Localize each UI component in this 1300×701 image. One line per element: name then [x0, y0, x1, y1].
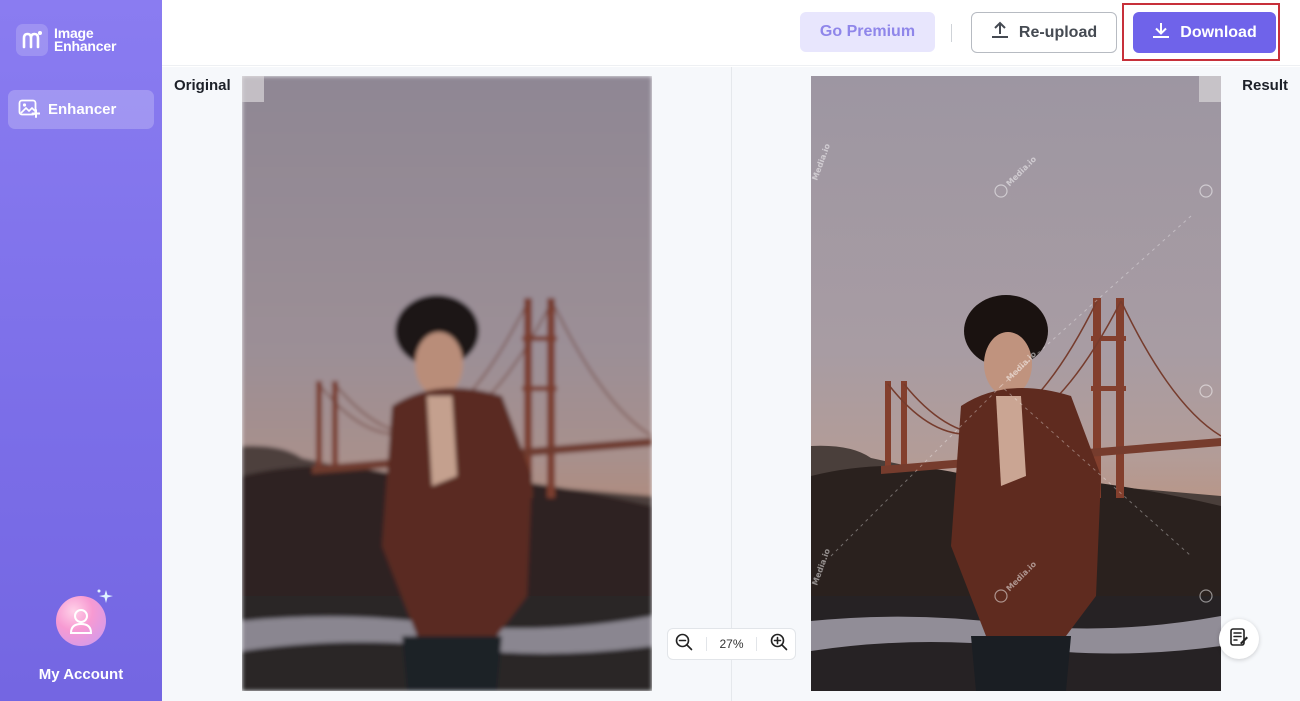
result-image: Media.io Media.io Media.io Media.io Medi… — [811, 76, 1221, 691]
download-button[interactable]: Download — [1133, 12, 1276, 53]
reupload-label: Re-upload — [1018, 23, 1098, 41]
download-icon — [1152, 21, 1180, 44]
sidebar-item-label: Enhancer — [48, 101, 117, 118]
upload-icon — [991, 21, 1019, 44]
sidebar: Image Enhancer Enhancer My Account — [0, 0, 162, 701]
avatar[interactable] — [56, 589, 113, 646]
app-name: Image Enhancer — [54, 25, 117, 54]
sparkle-icon — [94, 588, 116, 613]
reupload-button[interactable]: Re-upload — [971, 12, 1117, 53]
toolbar-divider — [951, 24, 952, 42]
feedback-button[interactable] — [1219, 619, 1259, 659]
compare-divider[interactable] — [731, 67, 732, 701]
feedback-icon — [1229, 627, 1249, 652]
top-toolbar: Go Premium Re-upload Download — [162, 0, 1300, 66]
enhancer-icon — [18, 98, 48, 122]
app-logo[interactable]: Image Enhancer — [16, 24, 124, 56]
logo-icon — [16, 24, 48, 56]
sidebar-item-enhancer[interactable]: Enhancer — [8, 90, 154, 129]
my-account[interactable]: My Account — [0, 589, 162, 683]
zoom-in-icon[interactable] — [770, 633, 788, 656]
zoom-control: 27% — [667, 628, 796, 660]
zoom-level: 27% — [706, 637, 757, 651]
original-label: Original — [174, 77, 231, 94]
zoom-out-icon[interactable] — [675, 633, 693, 656]
result-label: Result — [1242, 77, 1288, 94]
original-image — [242, 76, 652, 691]
go-premium-button[interactable]: Go Premium — [800, 12, 935, 52]
download-label: Download — [1180, 23, 1257, 41]
account-label: My Account — [38, 666, 124, 683]
